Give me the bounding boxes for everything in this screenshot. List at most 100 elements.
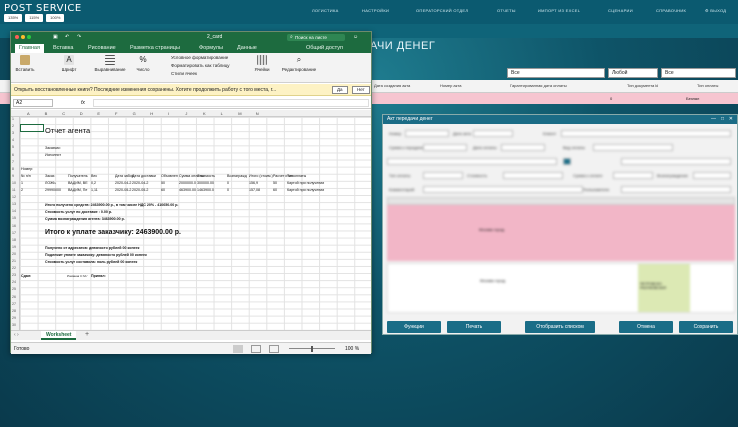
redo-icon[interactable]: ↷ <box>77 34 81 40</box>
fx-icon[interactable]: fx <box>81 100 85 106</box>
functions-button[interactable]: Функции <box>387 321 441 333</box>
sheet-search-input[interactable]: Поиск на листе <box>287 34 345 41</box>
field-number[interactable] <box>405 130 449 137</box>
row-number[interactable]: 14 <box>12 209 16 213</box>
row-number[interactable]: 10 <box>12 181 16 185</box>
field-client[interactable] <box>561 130 731 137</box>
nav-reports[interactable]: ОТЧЕТЫ <box>497 8 516 13</box>
field-row3b[interactable] <box>621 158 731 165</box>
nav-settings[interactable]: НАСТРОЙКИ <box>362 8 389 13</box>
lookup-button[interactable] <box>563 158 571 165</box>
column-header-i[interactable]: I <box>168 111 169 116</box>
row-number[interactable]: 2 <box>12 124 14 128</box>
tab-insert[interactable]: Вставка <box>53 45 73 51</box>
field-sum[interactable] <box>423 144 467 151</box>
column-header-h[interactable]: H <box>150 111 153 116</box>
share-button[interactable]: Общий доступ <box>306 45 343 51</box>
align-group-button[interactable]: Выравнивание <box>91 55 129 72</box>
column-header-g[interactable]: G <box>133 111 136 116</box>
field-cost[interactable] <box>503 172 563 179</box>
row-number[interactable]: 4 <box>12 138 14 142</box>
col-header-guarantee-date[interactable]: Гарантированная дата оплаты <box>510 83 567 88</box>
maximize-window-icon[interactable] <box>27 35 31 39</box>
nav-import-excel[interactable]: ИМПОРТ ИЗ EXCEL <box>538 8 580 13</box>
cancel-button[interactable]: Отмена <box>619 321 673 333</box>
page-break-view-icon[interactable] <box>269 345 279 353</box>
zoom-115-button[interactable]: 115% <box>25 14 44 22</box>
row-number[interactable]: 9 <box>12 174 14 178</box>
row-number[interactable]: 6 <box>12 153 14 157</box>
field-date[interactable] <box>473 130 513 137</box>
column-header-n[interactable]: N <box>256 111 259 116</box>
row-number[interactable]: 7 <box>12 160 14 164</box>
tab-draw[interactable]: Рисование <box>88 45 116 51</box>
row-number[interactable]: 11 <box>12 188 16 192</box>
field-comment[interactable] <box>423 186 583 193</box>
close-dialog-icon[interactable]: ✕ <box>729 116 733 122</box>
row-number[interactable]: 22 <box>12 266 16 270</box>
undo-icon[interactable]: ↶ <box>65 34 69 40</box>
conditional-format-button[interactable]: Условное форматирование <box>171 55 251 60</box>
nav-reference[interactable]: СПРАВОЧНИК <box>656 8 686 13</box>
normal-view-icon[interactable] <box>233 345 243 353</box>
editing-group-button[interactable]: ⌕ Редактирование <box>279 55 319 72</box>
user-icon[interactable]: ☺ <box>353 34 358 40</box>
column-header-l[interactable]: L <box>221 111 223 116</box>
column-header-j[interactable]: J <box>185 111 187 116</box>
filter-select-1[interactable]: Все <box>507 68 605 78</box>
tab-page-layout[interactable]: Разметка страницы <box>130 45 180 51</box>
column-header-m[interactable]: M <box>238 111 241 116</box>
field-paykind[interactable] <box>593 144 673 151</box>
font-group-button[interactable]: A Шрифт <box>59 55 79 72</box>
row-number[interactable]: 29 <box>12 316 16 320</box>
column-header-k[interactable]: K <box>203 111 206 116</box>
recovery-yes-button[interactable]: Да <box>332 86 348 94</box>
column-header-a[interactable]: A <box>27 111 30 116</box>
show-list-button[interactable]: Отобразить списком <box>525 321 595 333</box>
row-number[interactable]: 20 <box>12 252 16 256</box>
column-header-e[interactable]: E <box>97 111 100 116</box>
cell-styles-button[interactable]: Стили ячеек <box>171 71 251 76</box>
column-header-f[interactable]: F <box>115 111 117 116</box>
row-number[interactable]: 24 <box>12 280 16 284</box>
field-reward[interactable] <box>693 172 731 179</box>
row-number[interactable]: 25 <box>12 287 16 291</box>
zoom-slider-thumb[interactable] <box>311 346 313 352</box>
maximize-dialog-icon[interactable]: □ <box>721 116 724 122</box>
field-topay[interactable] <box>613 172 653 179</box>
save-icon[interactable]: ▣ <box>53 34 58 40</box>
row-number[interactable]: 23 <box>12 273 16 277</box>
paste-button[interactable]: Вставить <box>15 55 35 72</box>
field-users[interactable] <box>621 186 731 193</box>
zoom-135-button[interactable]: 135% <box>4 14 23 22</box>
zoom-100-button[interactable]: 100% <box>46 14 65 22</box>
tab-data[interactable]: Данные <box>237 45 257 51</box>
row-number[interactable]: 17 <box>12 231 16 235</box>
minimize-window-icon[interactable] <box>21 35 25 39</box>
row-number[interactable]: 30 <box>12 323 16 327</box>
page-layout-view-icon[interactable] <box>251 345 261 353</box>
nav-logistics[interactable]: ЛОГИСТИКА <box>312 8 339 13</box>
recovery-no-button[interactable]: Нет <box>352 86 370 94</box>
nav-scenarios[interactable]: СЦЕНАРИИ <box>608 8 633 13</box>
worksheet-grid[interactable]: ABCDEFGHIJKLMN 1 2 3 4 5 6 7 8 9 10 11 12 13 14 15 16 17… <box>11 110 371 330</box>
sheet-tab-worksheet[interactable]: Worksheet <box>41 331 77 340</box>
tab-formulas[interactable]: Формулы <box>199 45 223 51</box>
row-number[interactable]: 26 <box>12 295 16 299</box>
row-number[interactable]: 18 <box>12 238 16 242</box>
row-number[interactable]: 27 <box>12 302 16 306</box>
row-number[interactable]: 21 <box>12 259 16 263</box>
save-button[interactable]: Сохранить <box>679 321 733 333</box>
add-sheet-icon[interactable]: + <box>85 331 89 338</box>
nav-logout[interactable]: ⚙ ВЫХОД <box>705 8 726 13</box>
number-group-button[interactable]: % Число <box>133 55 153 72</box>
row-number[interactable]: 13 <box>12 202 16 206</box>
row-number[interactable]: 3 <box>12 131 14 135</box>
col-header-created[interactable]: Дата создания акта <box>374 83 410 88</box>
row-number[interactable]: 12 <box>12 195 16 199</box>
row-number[interactable]: 1 <box>12 117 14 121</box>
filter-select-2[interactable]: Любой <box>608 68 658 78</box>
field-paytype[interactable] <box>423 172 463 179</box>
col-header-doc-type[interactable]: Тип документа kl <box>627 83 658 88</box>
tab-home[interactable]: Главная <box>15 44 44 53</box>
